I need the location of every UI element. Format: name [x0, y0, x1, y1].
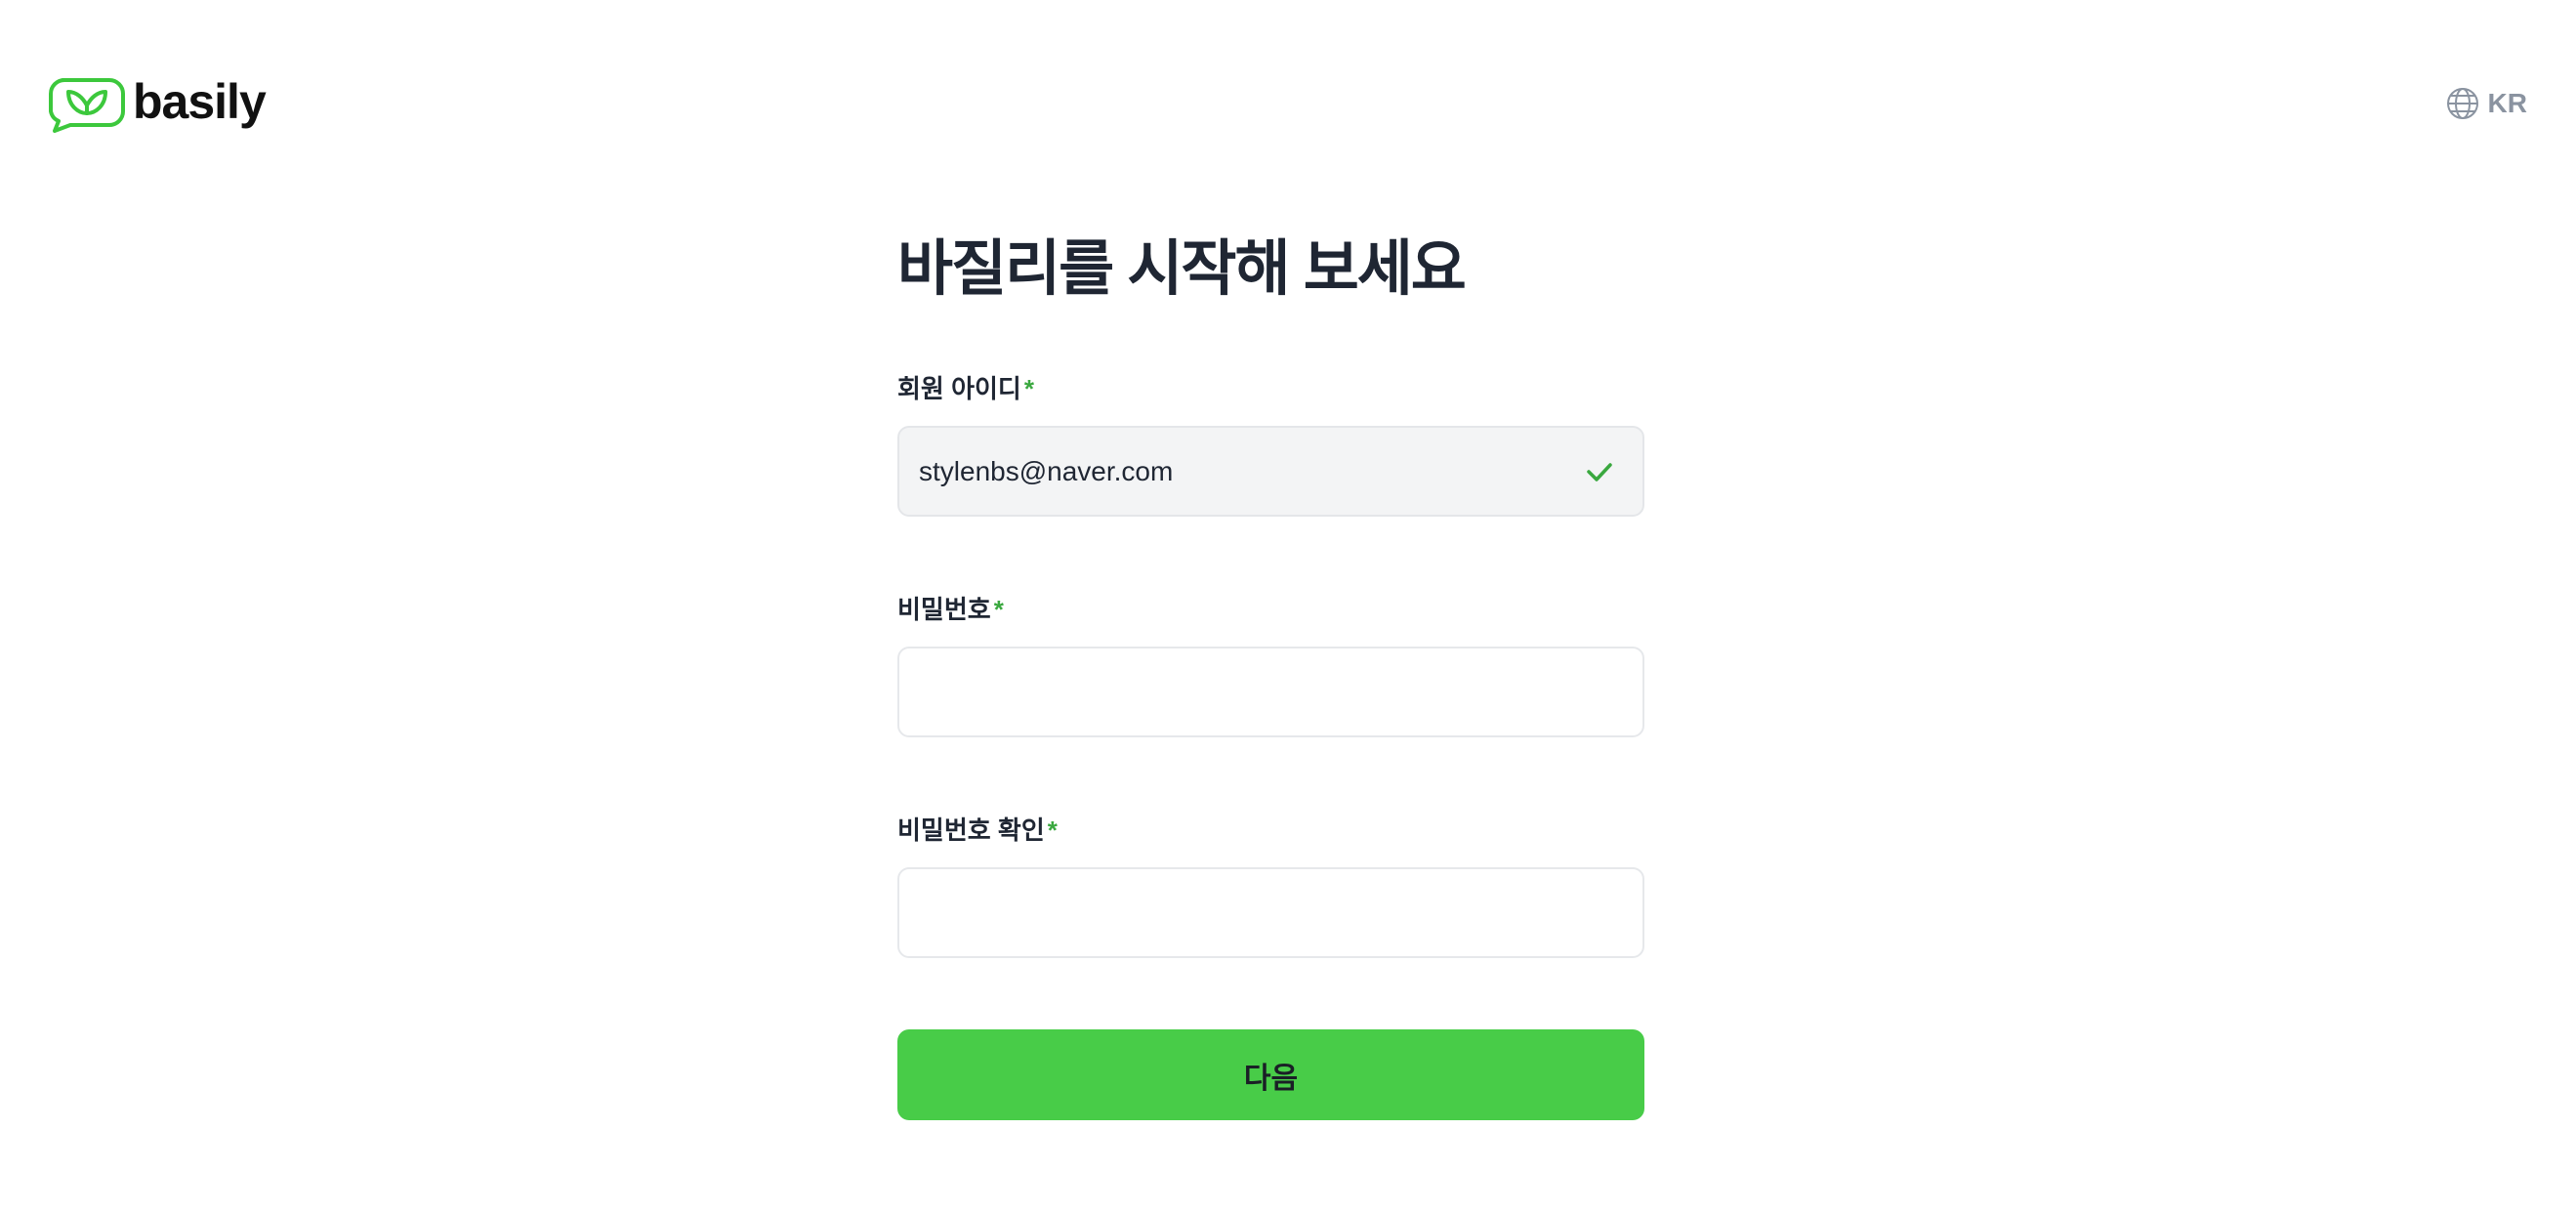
password-confirm-input-box	[897, 867, 1644, 958]
basily-logo-icon	[49, 78, 125, 133]
user-id-field: 회원 아이디 *	[897, 371, 1644, 517]
password-confirm-label-text: 비밀번호 확인	[897, 816, 1045, 845]
required-mark: *	[993, 595, 1004, 624]
password-confirm-field: 비밀번호 확인 *	[897, 813, 1644, 958]
user-id-input[interactable]	[919, 428, 1623, 515]
globe-icon	[2446, 88, 2478, 119]
check-icon	[1587, 462, 1612, 481]
language-label: KR	[2487, 88, 2527, 118]
required-mark: *	[1047, 816, 1058, 845]
language-switcher[interactable]: KR	[2445, 84, 2527, 123]
password-field: 비밀번호 *	[897, 592, 1644, 737]
top-header: basily KR	[0, 0, 2576, 209]
password-confirm-input[interactable]	[919, 869, 1623, 956]
password-label: 비밀번호 *	[897, 592, 1644, 627]
next-button[interactable]: 다음	[897, 1029, 1644, 1120]
signup-form: 바질리를 시작해 보세요 회원 아이디 * 비밀번호 * 비밀번호 확인 *	[897, 230, 1644, 1120]
required-mark: *	[1023, 374, 1034, 403]
password-label-text: 비밀번호	[897, 595, 991, 624]
password-input[interactable]	[919, 648, 1623, 735]
password-input-box	[897, 647, 1644, 737]
user-id-input-box	[897, 426, 1644, 517]
brand-name: basily	[133, 74, 267, 129]
user-id-label-text: 회원 아이디	[897, 374, 1021, 403]
user-id-label: 회원 아이디 *	[897, 371, 1644, 406]
password-confirm-label: 비밀번호 확인 *	[897, 813, 1644, 848]
page-title: 바질리를 시작해 보세요	[897, 235, 1467, 303]
basily-logo[interactable]: basily	[49, 74, 267, 133]
